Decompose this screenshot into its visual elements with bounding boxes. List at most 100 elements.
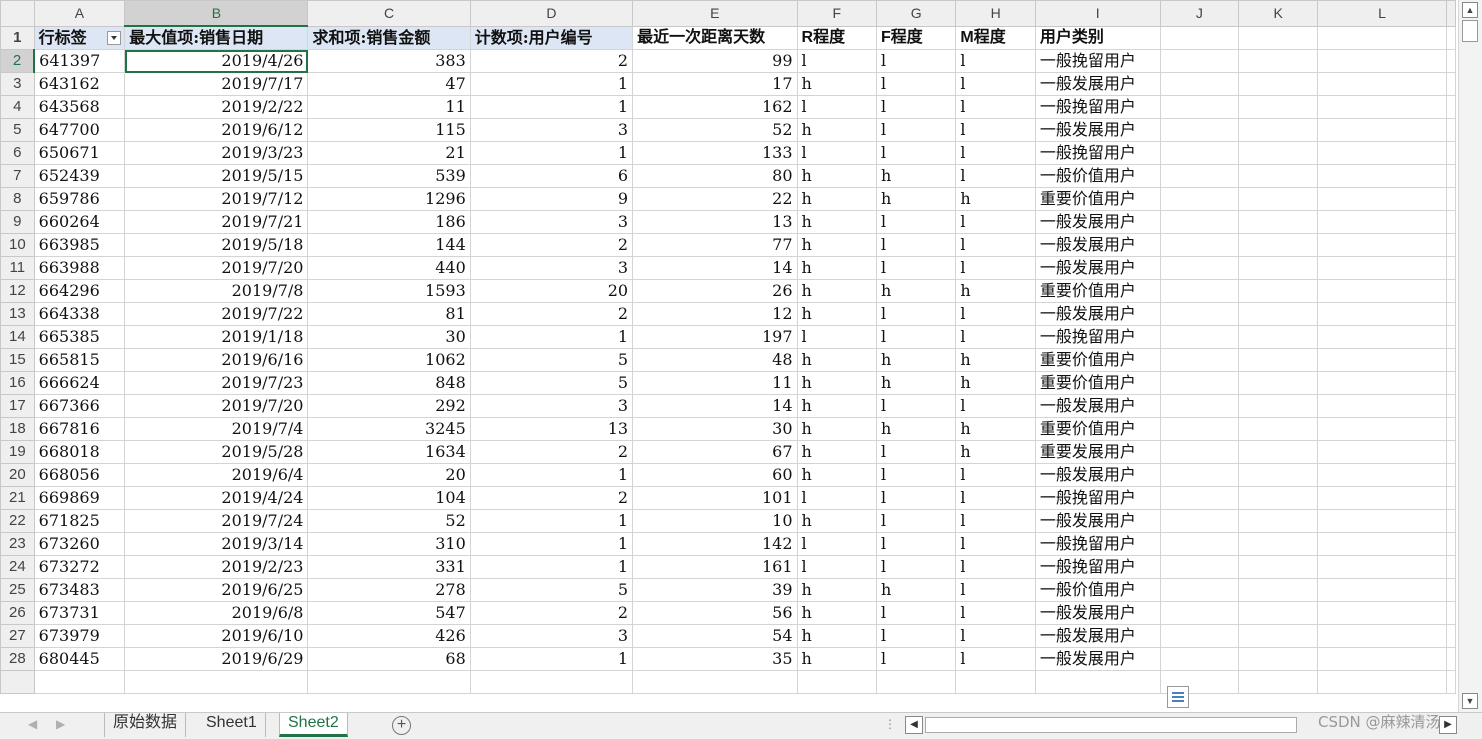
cell-f[interactable]: h [796,440,877,464]
column-header-j[interactable]: J [1159,0,1240,27]
cell-overflow[interactable] [1446,394,1456,418]
cell-f[interactable]: h [796,624,877,648]
row-header[interactable]: 26 [0,601,35,625]
cell-f[interactable]: l [796,95,877,119]
cell-i[interactable]: 一般发展用户 [1034,509,1161,533]
cell-a[interactable]: 673260 [33,532,126,556]
add-sheet-button[interactable]: + [392,716,411,735]
cell-f[interactable]: l [796,325,877,349]
cell-h[interactable]: h [955,440,1036,464]
row-header[interactable]: 11 [0,256,35,280]
cell-b[interactable]: 2019/2/23 [124,555,309,579]
cell-g[interactable]: h [875,417,957,441]
cell-f[interactable]: h [796,187,877,211]
spreadsheet-grid[interactable]: A B C D E F G H I J K L 1 行标签 最大值项:销售日期 求和项:销售金额 计数项:用户编… [0,0,1456,712]
cell-j[interactable] [1159,601,1240,625]
cell-g[interactable]: l [875,555,957,579]
cell-b[interactable]: 2019/7/20 [124,394,309,418]
column-header-c[interactable]: C [307,0,471,27]
cell-k[interactable] [1238,187,1319,211]
cell-d[interactable]: 3 [469,210,634,234]
cell-k[interactable] [1238,164,1319,188]
cell-k[interactable] [1238,440,1319,464]
cell-e[interactable]: 14 [632,256,798,280]
cell-overflow[interactable] [1446,25,1456,50]
cell-f[interactable]: h [796,509,877,533]
cell-c[interactable]: 115 [307,118,471,142]
cell-f[interactable]: l [796,555,877,579]
cell-overflow[interactable] [1446,440,1456,464]
cell-f[interactable]: l [796,49,877,73]
cell-f[interactable]: h [796,72,877,96]
cell-d[interactable]: 20 [469,279,634,303]
cell-j[interactable] [1159,210,1240,234]
cell-d[interactable]: 1 [469,555,634,579]
cell-c[interactable]: 440 [307,256,471,280]
cell-g[interactable]: h [875,187,957,211]
cell-e[interactable]: 197 [632,325,798,349]
row-header[interactable]: 14 [0,325,35,349]
cell-overflow[interactable] [1446,348,1456,372]
column-header-h[interactable]: H [955,0,1036,27]
cell-b[interactable]: 2019/7/21 [124,210,309,234]
cell-j[interactable] [1159,486,1240,510]
cell-e[interactable]: 14 [632,394,798,418]
cell-e[interactable]: 13 [632,210,798,234]
cell-a[interactable]: 665385 [33,325,126,349]
cell-h[interactable]: l [955,72,1036,96]
cell-l[interactable] [1317,118,1447,142]
cell-j[interactable] [1159,118,1240,142]
cell-c[interactable]: 383 [307,49,471,73]
row-header[interactable]: 25 [0,578,35,602]
cell-i[interactable]: 重要价值用户 [1034,348,1161,372]
cell-overflow[interactable] [1446,302,1456,326]
header-cell-i[interactable]: 用户类别 [1034,25,1161,50]
cell-f[interactable]: h [796,417,877,441]
cell-b[interactable]: 2019/7/17 [124,72,309,96]
column-header-i[interactable]: I [1034,0,1161,27]
cell-a[interactable]: 663988 [33,256,126,280]
cell-g[interactable]: l [875,141,957,165]
cell-c[interactable]: 47 [307,72,471,96]
cell-b[interactable]: 2019/7/24 [124,509,309,533]
cell-overflow[interactable] [1446,233,1456,257]
cell-d[interactable]: 3 [469,118,634,142]
cell-i[interactable]: 一般发展用户 [1034,210,1161,234]
select-all-corner[interactable] [0,0,35,27]
cell-i[interactable]: 一般挽留用户 [1034,486,1161,510]
cell-k[interactable] [1238,486,1319,510]
cell-i[interactable]: 重要发展用户 [1034,440,1161,464]
cell-b[interactable]: 2019/7/23 [124,371,309,395]
cell-b[interactable]: 2019/7/4 [124,417,309,441]
scroll-down-icon[interactable]: ▼ [1462,693,1478,709]
cell-g[interactable]: l [875,463,957,487]
cell-g[interactable]: l [875,509,957,533]
cell-c[interactable]: 68 [307,647,471,671]
cell-e[interactable]: 11 [632,371,798,395]
cell-overflow[interactable] [1446,49,1456,73]
cell-a[interactable]: 652439 [33,164,126,188]
cell-d[interactable]: 3 [469,256,634,280]
scroll-right-icon[interactable]: ▶ [1439,716,1457,734]
cell-b[interactable]: 2019/3/23 [124,141,309,165]
cell-f[interactable]: h [796,463,877,487]
cell-l[interactable] [1317,256,1447,280]
cell-i[interactable]: 一般发展用户 [1034,302,1161,326]
cell-f[interactable]: h [796,601,877,625]
cell-overflow[interactable] [1446,279,1456,303]
cell-e[interactable]: 56 [632,601,798,625]
tab-raw-data[interactable]: 原始数据 [104,713,187,737]
cell-f[interactable]: h [796,578,877,602]
cell-l[interactable] [1317,233,1447,257]
cell-f[interactable]: l [796,486,877,510]
cell-l[interactable] [1317,348,1447,372]
cell[interactable] [1317,670,1447,694]
cell-overflow[interactable] [1446,325,1456,349]
cell-d[interactable]: 1 [469,647,634,671]
cell-b[interactable]: 2019/5/18 [124,233,309,257]
cell-overflow[interactable] [1446,371,1456,395]
cell-a[interactable]: 647700 [33,118,126,142]
cell-d[interactable]: 1 [469,141,634,165]
cell-g[interactable]: h [875,164,957,188]
cell-f[interactable]: l [796,141,877,165]
